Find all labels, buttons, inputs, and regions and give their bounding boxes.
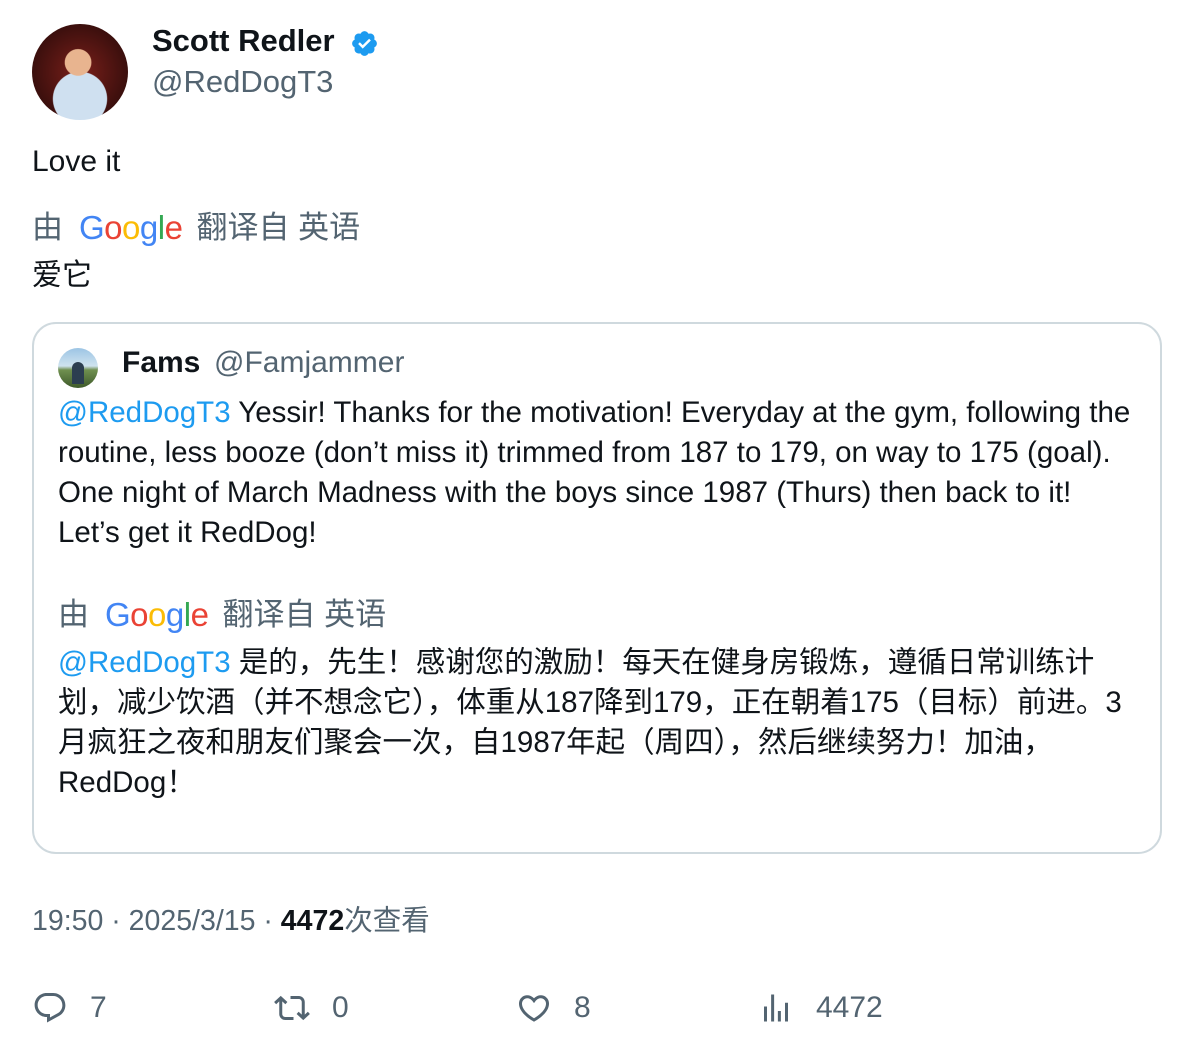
views-label: 次查看 bbox=[344, 905, 430, 937]
analytics-icon bbox=[764, 994, 788, 1022]
quote-translation-label: 翻译自 英语 bbox=[222, 597, 387, 632]
tweet-text: Love it bbox=[32, 145, 121, 178]
google-logo: Google bbox=[105, 596, 209, 633]
reply-button[interactable]: 7 bbox=[32, 990, 107, 1026]
quote-translation-prefix: 由 bbox=[58, 597, 89, 632]
tweet-time[interactable]: 19:50 bbox=[32, 905, 103, 937]
author-handle[interactable]: @RedDogT3 bbox=[152, 64, 333, 100]
retweet-icon bbox=[274, 995, 310, 1021]
google-logo: Google bbox=[79, 209, 183, 246]
translation-prefix: 由 bbox=[32, 210, 63, 245]
author-name[interactable]: Scott Redler bbox=[152, 22, 335, 60]
meta-separator: · bbox=[255, 905, 281, 937]
quote-translated-mention-link[interactable]: @RedDogT3 bbox=[58, 646, 231, 679]
meta-separator: · bbox=[103, 905, 129, 937]
retweet-button[interactable]: 0 bbox=[274, 990, 349, 1026]
like-button[interactable]: 8 bbox=[516, 990, 591, 1026]
translation-attribution[interactable]: 由 Google 翻译自 英语 bbox=[32, 210, 360, 246]
quote-author-avatar[interactable] bbox=[58, 348, 98, 388]
reply-icon bbox=[34, 993, 66, 1023]
heart-icon bbox=[518, 995, 550, 1022]
views-count-action: 4472 bbox=[816, 991, 883, 1024]
quote-text: @RedDogT3 Yessir! Thanks for the motivat… bbox=[58, 393, 1138, 553]
verified-badge-icon bbox=[352, 31, 377, 56]
views-button[interactable]: 4472 bbox=[758, 990, 883, 1026]
reply-count: 7 bbox=[90, 991, 107, 1024]
quote-mention-link[interactable]: @RedDogT3 bbox=[58, 396, 231, 429]
quote-translation-attribution[interactable]: 由 Google 翻译自 英语 bbox=[58, 597, 386, 633]
tweet-meta: 19:50 · 2025/3/15 · 4472次查看 bbox=[32, 903, 430, 939]
quote-translated-text: @RedDogT3 是的，先生！感谢您的激励！每天在健身房锻炼，遵循日常训练计划… bbox=[58, 643, 1138, 803]
quote-author-name[interactable]: Fams bbox=[122, 345, 200, 381]
retweet-count: 0 bbox=[332, 991, 349, 1024]
translated-text: 爱它 bbox=[32, 259, 92, 292]
translation-label: 翻译自 英语 bbox=[196, 210, 361, 245]
tweet-date[interactable]: 2025/3/15 bbox=[129, 905, 256, 937]
views-count: 4472 bbox=[280, 905, 345, 937]
like-count: 8 bbox=[574, 991, 591, 1024]
author-avatar[interactable] bbox=[32, 24, 128, 120]
quote-author-handle[interactable]: @Famjammer bbox=[214, 345, 404, 381]
